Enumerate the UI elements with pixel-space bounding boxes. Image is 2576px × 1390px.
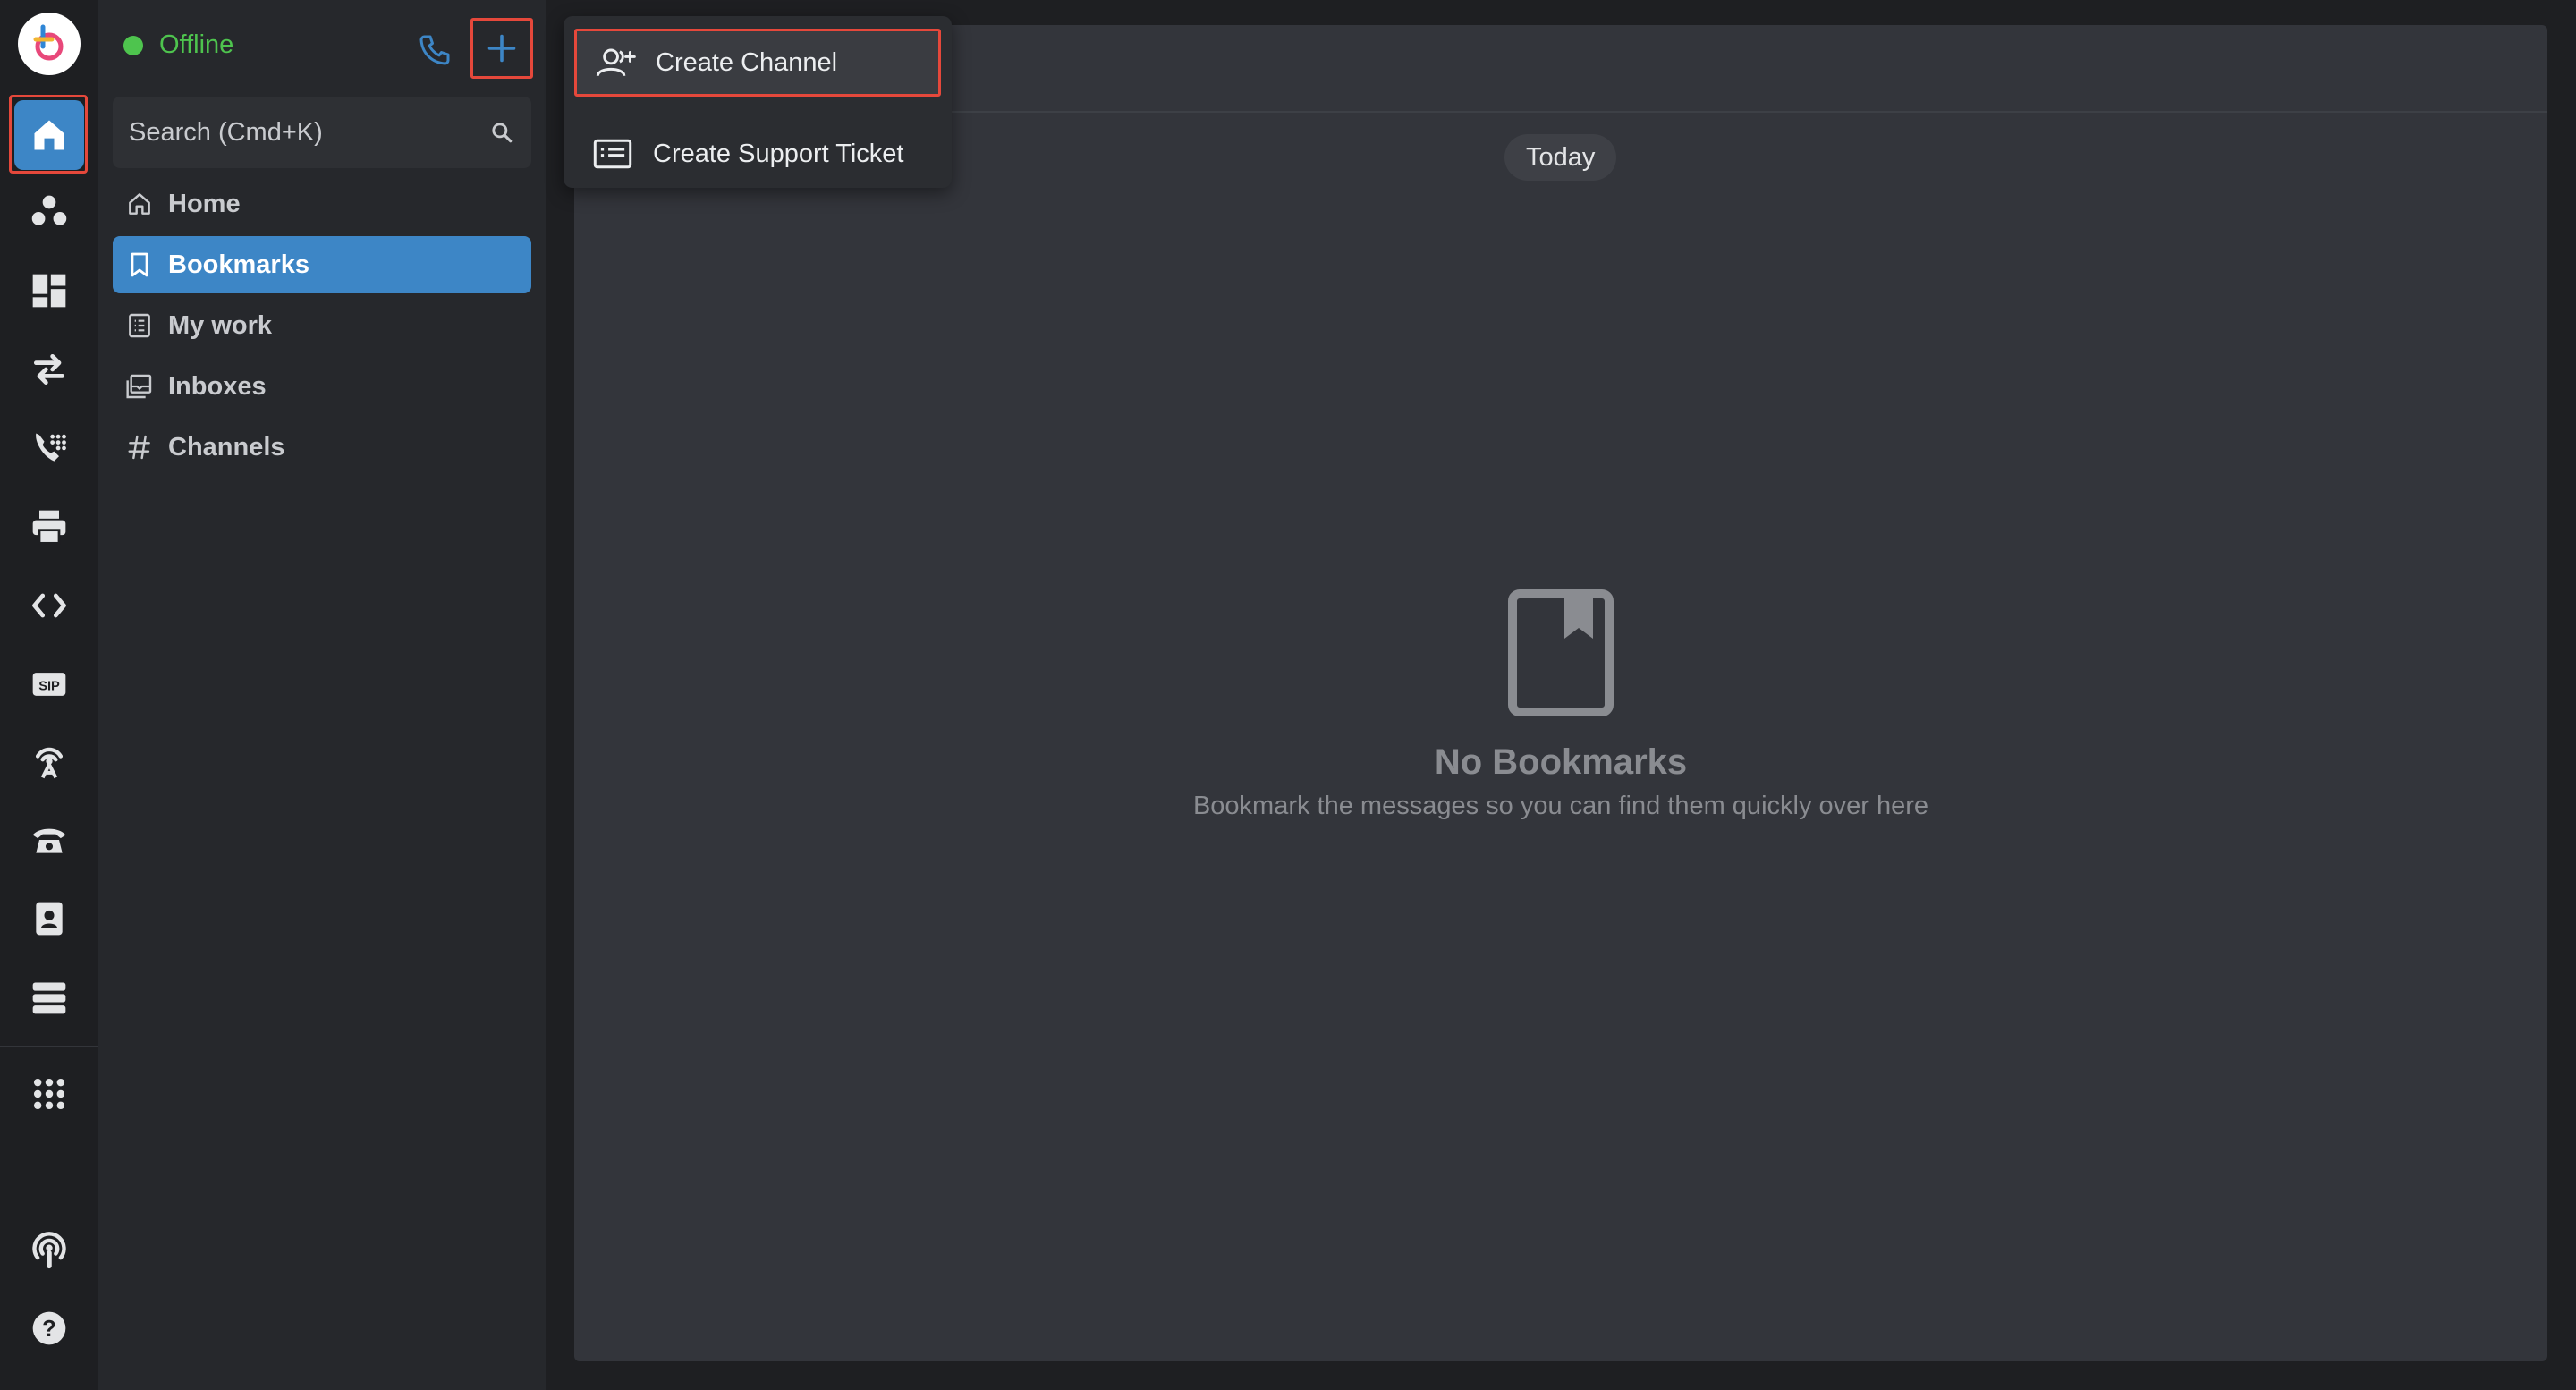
- nav-item-channels[interactable]: Channels: [113, 419, 531, 476]
- sip-icon: SIP: [32, 673, 66, 696]
- icon-rail: SIP ?: [0, 0, 98, 1390]
- code-icon: [32, 593, 66, 618]
- teams-icon: [31, 195, 67, 225]
- menu-label-create-support-ticket: Create Support Ticket: [653, 139, 904, 168]
- nav-item-home[interactable]: Home: [113, 175, 531, 233]
- rail-contacts-button[interactable]: [14, 884, 84, 954]
- nav-label-inboxes: Inboxes: [168, 371, 267, 401]
- rail-apps-button[interactable]: [14, 1059, 84, 1129]
- rail-teams-button[interactable]: [14, 177, 84, 247]
- server-icon: [32, 982, 66, 1014]
- menu-item-create-channel[interactable]: Create Channel: [574, 29, 941, 97]
- rail-transfer-button[interactable]: [14, 335, 84, 404]
- phone-dialpad-icon: [36, 433, 66, 462]
- search-icon: [492, 123, 513, 143]
- rail-telephone-button[interactable]: [14, 805, 84, 875]
- sidebar-nav: Home Bookmarks My work Inboxes Channels: [113, 175, 531, 479]
- rail-print-button[interactable]: [14, 492, 84, 562]
- help-icon: ?: [32, 1311, 66, 1345]
- menu-label-create-channel: Create Channel: [656, 47, 838, 77]
- rail-dashboard-button[interactable]: [14, 256, 84, 326]
- search-input[interactable]: [127, 116, 490, 148]
- menu-item-create-support-ticket[interactable]: Create Support Ticket: [574, 120, 941, 188]
- svg-text:?: ?: [42, 1317, 56, 1342]
- transfer-icon: [33, 353, 65, 386]
- add-user-icon: [596, 48, 636, 77]
- home-icon: [34, 120, 64, 150]
- app-logo-icon[interactable]: [18, 13, 80, 75]
- create-menu: Create Channel Create Support Ticket: [564, 16, 952, 188]
- rail-broadcast-button[interactable]: [14, 726, 84, 796]
- empty-subtitle: Bookmark the messages so you can find th…: [1192, 792, 1929, 820]
- dashboard-icon: [32, 274, 66, 308]
- empty-bookmark-icon: [1508, 589, 1614, 716]
- plus-icon: [487, 34, 516, 63]
- nav-label-bookmarks: Bookmarks: [168, 250, 309, 279]
- telephone-icon: [32, 828, 66, 853]
- rail-servers-button[interactable]: [14, 962, 84, 1032]
- printer-icon: [32, 510, 66, 545]
- presence-status[interactable]: Offline: [123, 30, 233, 60]
- nav-label-my-work: My work: [168, 310, 273, 340]
- phone-icon: [419, 35, 450, 65]
- rail-dialpad-button[interactable]: [14, 413, 84, 483]
- rail-podcast-button[interactable]: [14, 1215, 84, 1284]
- rail-sip-button[interactable]: SIP: [14, 649, 84, 719]
- apps-grid-icon: [33, 1078, 65, 1110]
- rail-divider: [0, 1046, 98, 1047]
- nav-item-bookmarks[interactable]: Bookmarks: [113, 236, 531, 293]
- rail-help-button[interactable]: ?: [14, 1293, 84, 1363]
- sip-label: SIP: [38, 679, 60, 693]
- sidebar: Offline Home Bookmarks: [98, 0, 546, 1390]
- status-dot: [123, 35, 143, 55]
- call-button[interactable]: [410, 25, 460, 75]
- hash-icon: [128, 435, 150, 460]
- contact-book-icon: [36, 902, 63, 936]
- home-outline-icon: [129, 193, 150, 215]
- search-box[interactable]: [113, 97, 531, 168]
- rail-code-button[interactable]: [14, 571, 84, 640]
- nav-label-channels: Channels: [168, 432, 285, 462]
- date-divider: Today: [1504, 134, 1617, 181]
- ticket-icon: [593, 139, 632, 169]
- create-new-button[interactable]: [470, 18, 533, 79]
- status-label: Offline: [159, 30, 234, 59]
- list-icon: [129, 313, 150, 338]
- nav-item-my-work[interactable]: My work: [113, 297, 531, 354]
- empty-state: No Bookmarks Bookmark the messages so yo…: [574, 589, 2547, 821]
- antenna-icon: [35, 747, 64, 779]
- rail-home-button[interactable]: [14, 100, 84, 170]
- nav-label-home: Home: [168, 189, 241, 218]
- main-panel: Today No Bookmarks Bookmark the messages…: [574, 25, 2547, 1361]
- podcast-icon: [32, 1232, 66, 1269]
- nav-item-inboxes[interactable]: Inboxes: [113, 358, 531, 415]
- empty-title: No Bookmarks: [1434, 742, 1688, 782]
- inbox-icon: [126, 374, 152, 399]
- bookmark-icon: [131, 252, 148, 277]
